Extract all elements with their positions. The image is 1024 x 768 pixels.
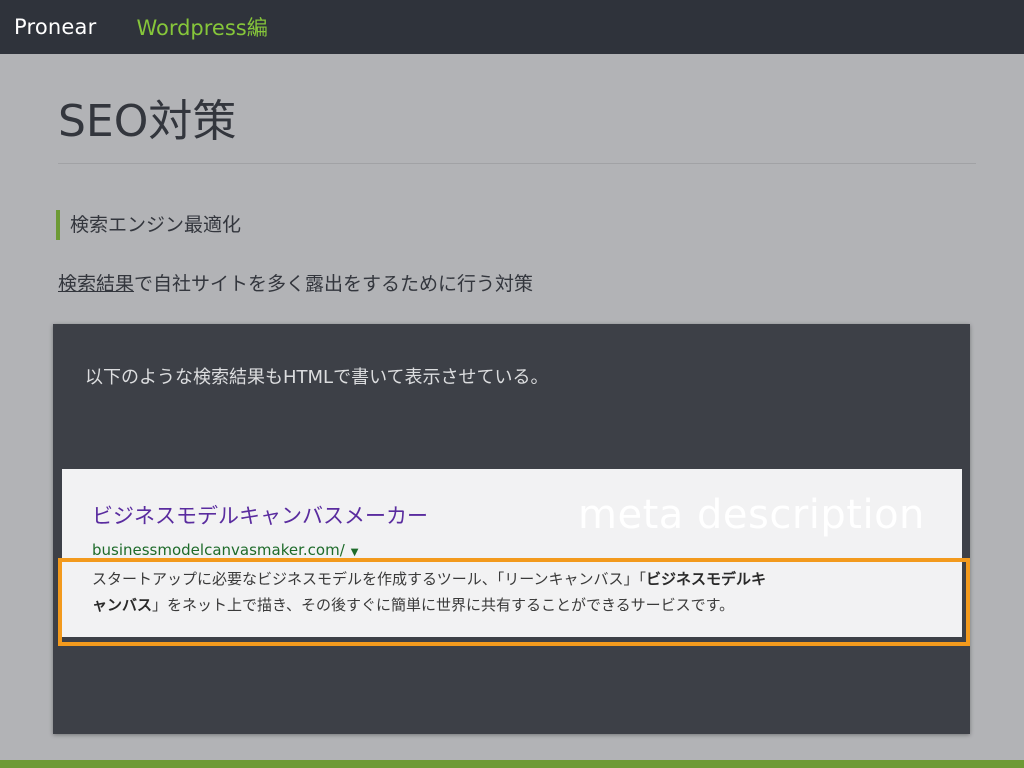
lead-text-rest: で自社サイトを多く露出をするために行う対策 xyxy=(134,273,534,295)
nav-link-wordpress[interactable]: Wordpress編 xyxy=(136,12,267,42)
meta-description-highlight xyxy=(58,558,970,646)
section-heading: 検索エンジン最適化 xyxy=(56,210,241,240)
search-result-title: ビジネスモデルキャンバスメーカー xyxy=(92,504,428,528)
brand-logo[interactable]: Pronear xyxy=(14,15,96,39)
meta-description-label: meta description xyxy=(578,492,925,538)
panel-description: 以下のような検索結果もHTMLで書いて表示させている。 xyxy=(85,367,549,388)
lead-underlined-term: 検索結果 xyxy=(58,273,135,295)
title-divider xyxy=(58,163,976,164)
top-navbar: Pronear Wordpress編 xyxy=(0,0,1024,54)
bottom-accent-bar xyxy=(0,760,1024,768)
dropdown-caret-icon: ▼ xyxy=(350,547,359,558)
page-title: SEO対策 xyxy=(58,96,237,147)
search-result-url-text: businessmodelcanvasmaker.com/ xyxy=(92,541,345,559)
lead-text: 検索結果で自社サイトを多く露出をするために行う対策 xyxy=(58,270,533,298)
